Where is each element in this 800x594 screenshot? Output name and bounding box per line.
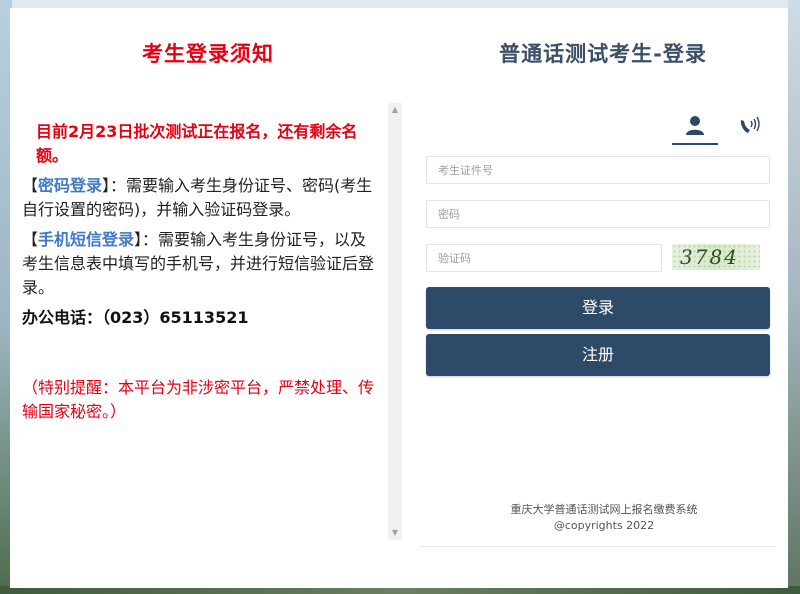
bracket-open: 【 xyxy=(22,230,39,249)
captcha-input[interactable] xyxy=(426,244,662,272)
id-number-input[interactable] xyxy=(426,156,770,184)
footer: 重庆大学普通话测试网上报名缴费系统 @copyrights 2022 xyxy=(428,502,780,534)
notice-content: 目前2月23日批次测试正在报名，还有剩余名额。 【密码登录】：需要输入考生身份证… xyxy=(22,120,382,430)
background-right-strip xyxy=(788,0,800,594)
register-button[interactable]: 注册 xyxy=(426,334,770,376)
scroll-up-arrow-icon[interactable]: ▲ xyxy=(388,103,402,117)
notice-scrollbar[interactable]: ▲ ▼ xyxy=(388,103,402,540)
security-warning: （特别提醒：本平台为非涉密平台，严禁处理、传输国家秘密。） xyxy=(22,378,375,421)
login-card: 考生登录须知 目前2月23日批次测试正在报名，还有剩余名额。 【密码登录】：需要… xyxy=(10,8,788,588)
password-input[interactable] xyxy=(426,200,770,228)
password-login-keyword: 密码登录 xyxy=(38,176,103,195)
captcha-image[interactable]: 3784 xyxy=(672,244,760,270)
sms-login-keyword: 手机短信登录 xyxy=(38,230,135,249)
captcha-code: 3784 xyxy=(680,245,739,269)
notice-registration-status: 目前2月23日批次测试正在报名，还有剩余名额。 xyxy=(36,122,358,165)
notice-title: 考生登录须知 xyxy=(142,42,274,66)
login-title: 普通话测试考生-登录 xyxy=(499,42,707,66)
footer-divider xyxy=(420,546,775,547)
bracket-close: 】： xyxy=(102,176,127,195)
notice-sms-login: 【手机短信登录】：需要输入考生身份证号，以及考生信息表中填写的手机号，并进行短信… xyxy=(22,228,382,300)
login-mode-tabs xyxy=(672,111,772,145)
user-icon xyxy=(686,116,704,135)
copyright-text: @copyrights 2022 xyxy=(553,519,655,532)
bracket-open: 【 xyxy=(22,176,39,195)
tab-password-login[interactable] xyxy=(672,111,718,145)
scrollbar-thumb[interactable] xyxy=(390,119,400,522)
system-name: 重庆大学普通话测试网上报名缴费系统 xyxy=(510,503,698,516)
scroll-down-arrow-icon[interactable]: ▼ xyxy=(388,526,402,540)
bracket-close: 】： xyxy=(134,230,159,249)
office-phone: 办公电话：（023）65113521 xyxy=(22,308,249,327)
phone-icon xyxy=(740,116,760,133)
tab-sms-login[interactable] xyxy=(732,111,768,143)
notice-password-login: 【密码登录】：需要输入考生身份证号、密码(考生自行设置的密码)，并输入验证码登录… xyxy=(22,174,382,222)
login-button[interactable]: 登录 xyxy=(426,287,770,329)
